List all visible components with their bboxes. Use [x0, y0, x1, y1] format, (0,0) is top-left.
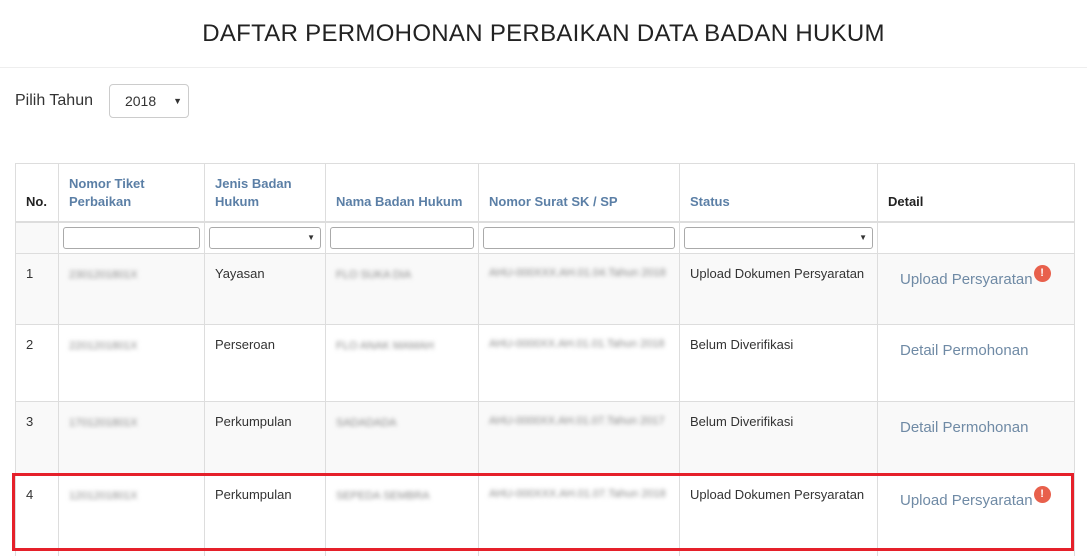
table-row: 1 2301201801X Yayasan FLO SUKA DIA AHU-0…: [15, 253, 1075, 325]
ticket-filter-input[interactable]: [63, 226, 200, 249]
col-header-detail: Detail: [877, 163, 1075, 223]
status-text: Belum Diverifikasi: [679, 401, 878, 475]
filter-cell: [478, 221, 680, 254]
col-header-no[interactable]: No.: [15, 163, 59, 223]
page-title: DAFTAR PERMOHONAN PERBAIKAN DATA BADAN H…: [202, 19, 885, 47]
ticket-number: 2201201801X: [69, 340, 138, 352]
caret-down-icon: ▼: [307, 232, 315, 242]
upload-persyaratan-link[interactable]: Upload Persyaratan!: [900, 486, 1051, 510]
table-header-row: No. Nomor Tiket Perbaikan Jenis Badan Hu…: [15, 163, 1075, 223]
nomor-surat-sk: AHU-000XXX.AH.01.04.Tahun 2018: [489, 267, 666, 279]
exclamation-circle-icon: !: [1033, 265, 1051, 282]
nama-filter-input[interactable]: [330, 226, 474, 249]
ticket-number: 1701201801X: [69, 417, 138, 429]
row-number: 3: [15, 401, 59, 475]
filter-cell-empty: [15, 221, 59, 254]
jenis-filter-select[interactable]: ▼: [209, 226, 321, 249]
row-number: 4: [15, 474, 59, 556]
nama-badan-hukum: FLO ANAK MAMAH: [336, 340, 434, 352]
table-row: 3 1701201801X Perkumpulan SADADADA AHU-0…: [15, 401, 1075, 475]
request-table: No. Nomor Tiket Perbaikan Jenis Badan Hu…: [15, 163, 1075, 556]
detail-cell: Upload Persyaratan!: [877, 474, 1075, 556]
year-select-value: 2018: [124, 93, 157, 109]
detail-link-label: Upload Persyaratan: [900, 492, 1033, 509]
ticket-number: 2301201801X: [69, 269, 138, 281]
filter-cell-empty: [877, 221, 1075, 254]
detail-cell: Upload Persyaratan!: [877, 253, 1075, 325]
col-header-jenis[interactable]: Jenis Badan Hukum: [204, 163, 326, 223]
col-header-ticket[interactable]: Nomor Tiket Perbaikan: [58, 163, 205, 223]
year-select[interactable]: 2018 ▼: [108, 84, 189, 118]
filter-cell: ▼: [204, 221, 326, 254]
col-header-nama[interactable]: Nama Badan Hukum: [325, 163, 479, 223]
caret-down-icon: ▼: [173, 96, 182, 106]
table-row: 4 1201201801X Perkumpulan SEPEDA SEMBRA …: [15, 474, 1075, 556]
nama-badan-hukum: SEPEDA SEMBRA: [336, 490, 430, 502]
caret-down-icon: ▼: [859, 232, 867, 242]
sk-filter-input[interactable]: [483, 226, 675, 249]
page-header: DAFTAR PERMOHONAN PERBAIKAN DATA BADAN H…: [0, 0, 1087, 68]
nama-badan-hukum: SADADADA: [336, 417, 397, 429]
status-text: Upload Dokumen Persyaratan: [679, 253, 878, 325]
col-header-sk[interactable]: Nomor Surat SK / SP: [478, 163, 680, 223]
jenis-badan-hukum: Perkumpulan: [204, 401, 326, 475]
nomor-surat-sk: AHU-0000XX.AH.01.01.Tahun 2018: [489, 338, 665, 350]
upload-persyaratan-link[interactable]: Upload Persyaratan!: [900, 265, 1051, 289]
row-number: 1: [15, 253, 59, 325]
jenis-badan-hukum: Perkumpulan: [204, 474, 326, 556]
filter-cell: [325, 221, 479, 254]
nomor-surat-sk: AHU-0000XX.AH.01.07.Tahun 2017: [489, 415, 665, 427]
jenis-badan-hukum: Yayasan: [204, 253, 326, 325]
status-text: Upload Dokumen Persyaratan: [679, 474, 878, 556]
status-filter-select[interactable]: ▼: [684, 226, 873, 249]
row-number: 2: [15, 324, 59, 402]
filter-cell: ▼: [679, 221, 878, 254]
detail-link-label: Upload Persyaratan: [900, 271, 1033, 288]
nama-badan-hukum: FLO SUKA DIA: [336, 269, 412, 281]
ticket-number: 1201201801X: [69, 490, 138, 502]
year-filter: Pilih Tahun 2018 ▼: [15, 84, 189, 118]
detail-cell: Detail Permohonan: [877, 401, 1075, 475]
detail-cell: Detail Permohonan: [877, 324, 1075, 402]
jenis-badan-hukum: Perseroan: [204, 324, 326, 402]
nomor-surat-sk: AHU-000XXX.AH.01.07.Tahun 2018: [489, 488, 666, 500]
detail-permohonan-link[interactable]: Detail Permohonan: [900, 418, 1028, 437]
table-row: 2 2201201801X Perseroan FLO ANAK MAMAH A…: [15, 324, 1075, 402]
col-header-status[interactable]: Status: [679, 163, 878, 223]
status-text: Belum Diverifikasi: [679, 324, 878, 402]
column-filter-row: ▼ ▼: [15, 221, 1075, 254]
detail-permohonan-link[interactable]: Detail Permohonan: [900, 341, 1028, 360]
year-filter-label: Pilih Tahun: [15, 92, 93, 109]
filter-cell: [58, 221, 205, 254]
exclamation-circle-icon: !: [1033, 486, 1051, 503]
